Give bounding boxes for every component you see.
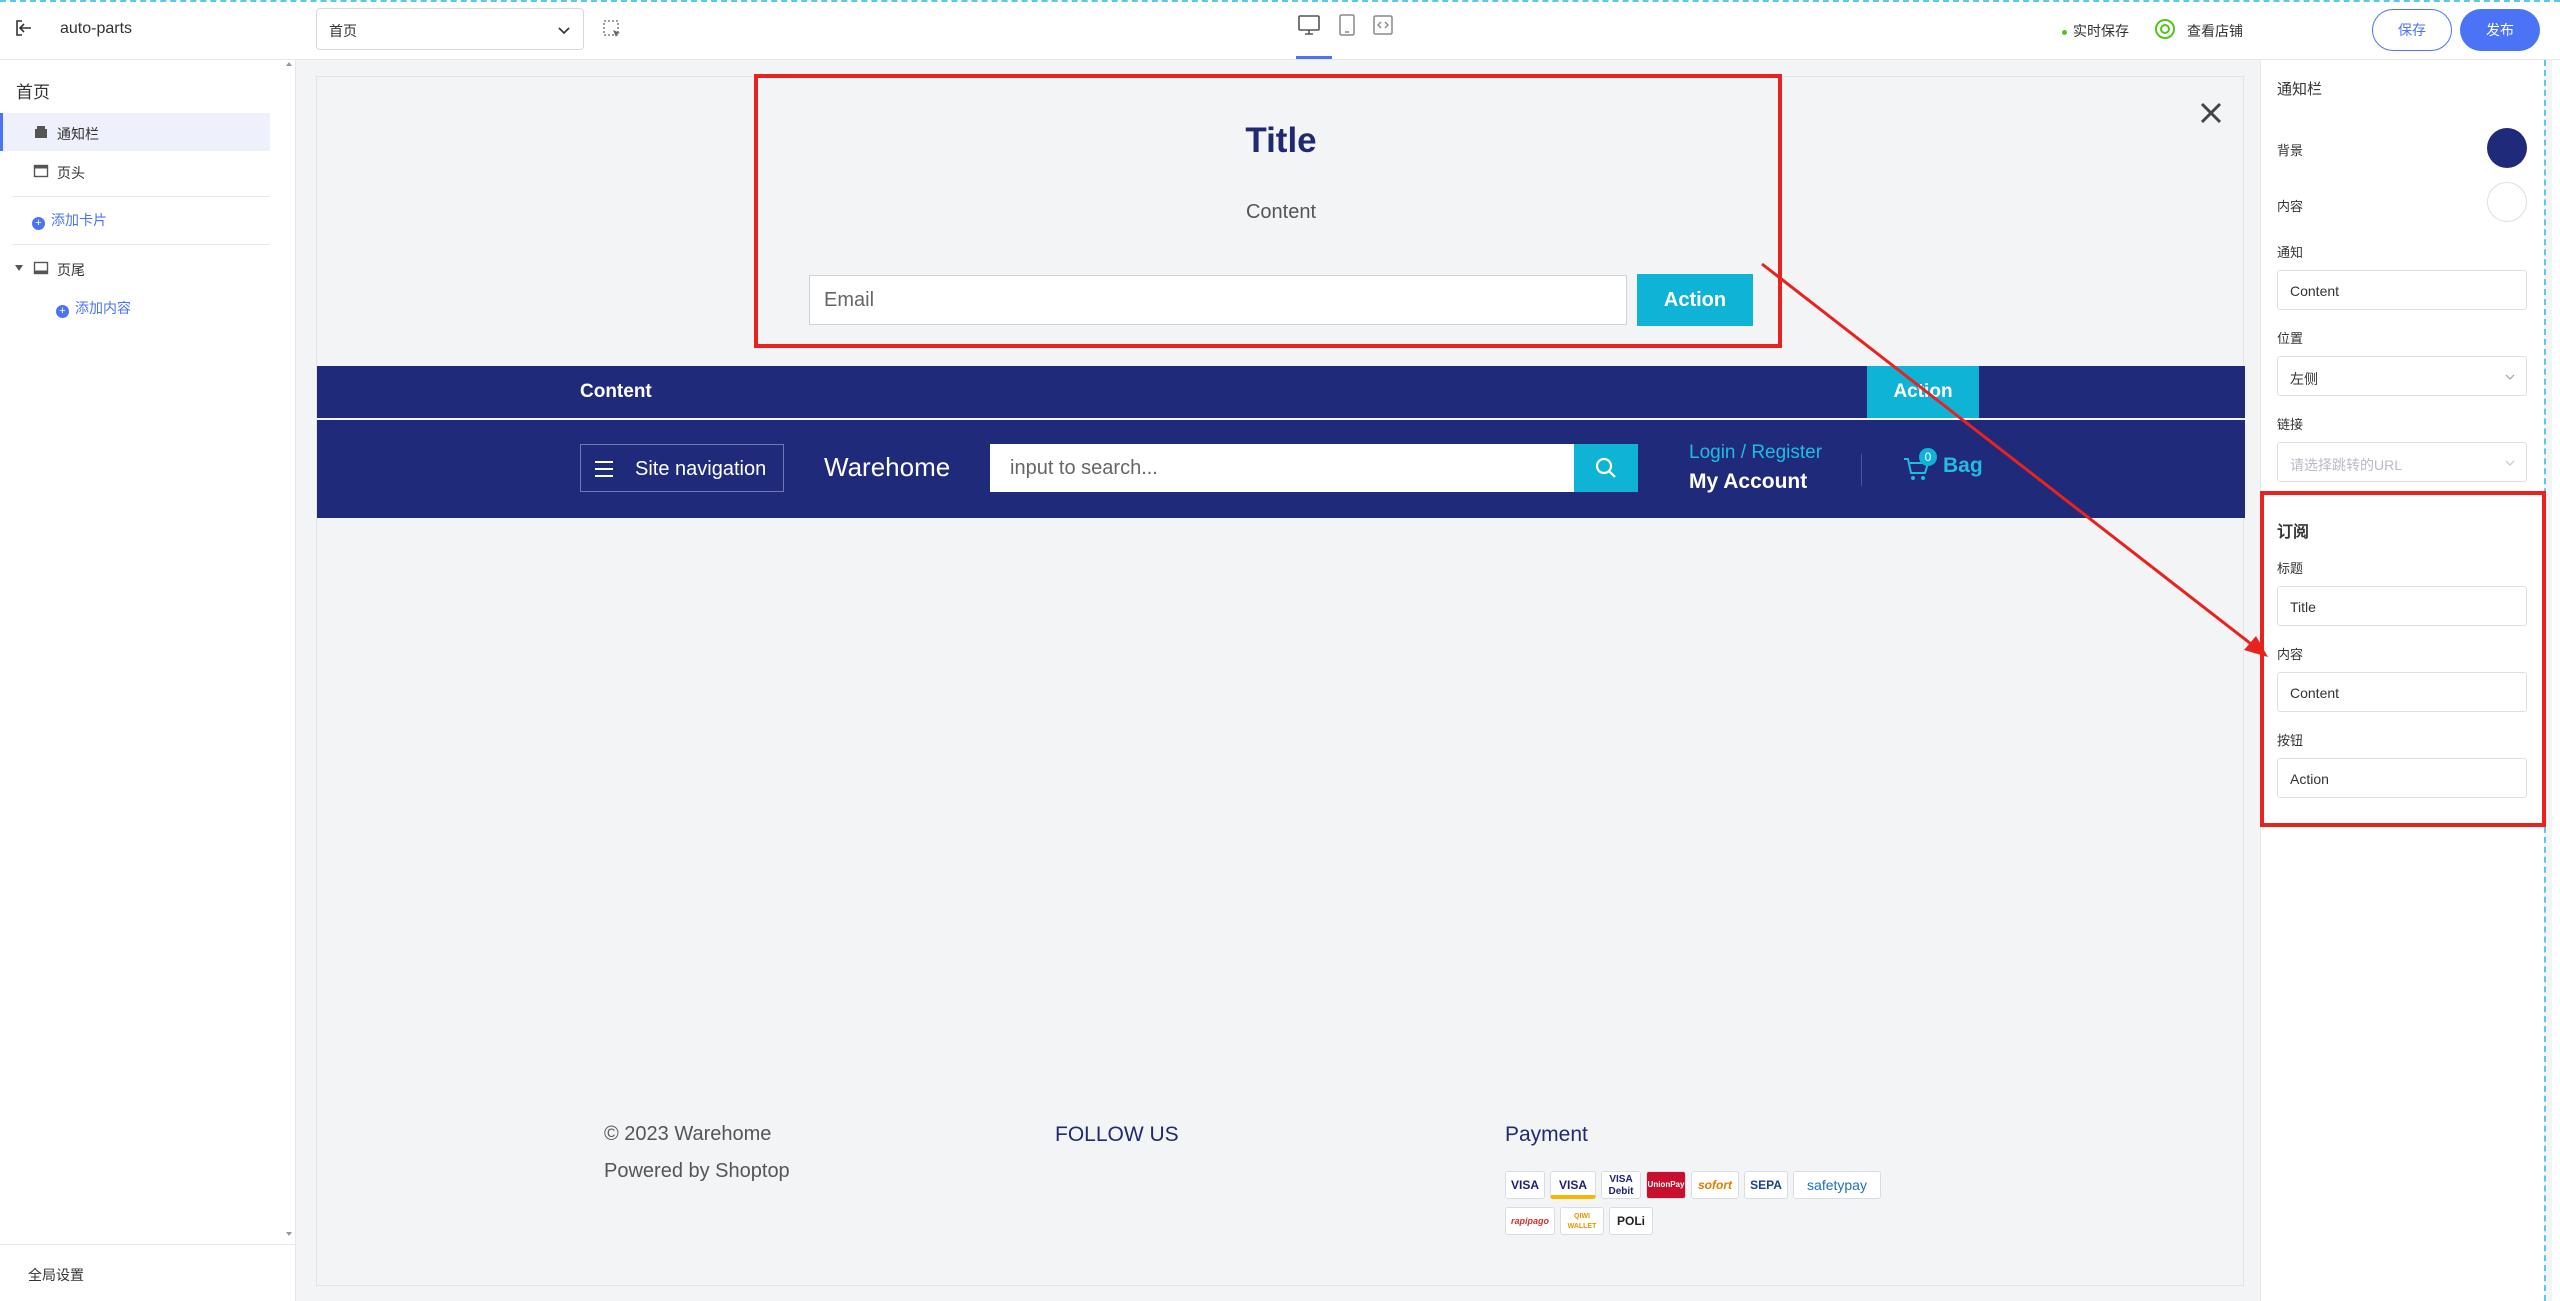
chevron-down-icon	[2505, 374, 2515, 380]
plus-icon: +	[32, 217, 45, 230]
payment-qiwi: QIWI WALLET	[1560, 1207, 1604, 1235]
notice-label: 通知	[2277, 245, 2304, 260]
payment-visa: VISA	[1505, 1171, 1545, 1199]
sidebar-scrollbar[interactable]	[282, 60, 296, 1240]
sidebar-title: 首页	[16, 83, 50, 102]
payment-sepa: SEPA	[1744, 1171, 1788, 1199]
login-register-link[interactable]: Login / Register	[1689, 442, 1822, 464]
divider	[12, 244, 270, 245]
add-card-link[interactable]: + 添加卡片	[32, 210, 107, 230]
save-button[interactable]: 保存	[2372, 9, 2452, 51]
position-select[interactable]: 左侧	[2277, 356, 2527, 396]
add-content-link[interactable]: + 添加内容	[56, 298, 131, 318]
exit-icon[interactable]	[14, 18, 34, 38]
footer-powered-by[interactable]: Powered by Shoptop	[604, 1160, 790, 1183]
footer-payment-title: Payment	[1505, 1123, 1588, 1146]
chevron-down-icon	[558, 27, 570, 35]
payment-safetypay: safetypay	[1793, 1171, 1881, 1199]
global-settings-item[interactable]: 全局设置	[0, 1244, 296, 1301]
hamburger-menu-icon	[595, 461, 613, 477]
preview-canvas: Title Content Email Action Content Actio…	[316, 74, 2245, 1286]
payment-poli: POLi	[1609, 1207, 1653, 1235]
device-switcher	[1296, 12, 1400, 60]
site-navigation-label: Site navigation	[635, 458, 767, 480]
payment-rapipago: rapipago	[1505, 1207, 1555, 1235]
link-select[interactable]: 请选择跳转的URL	[2277, 442, 2527, 482]
footer-section-icon	[33, 261, 49, 275]
footer-copyright: © 2023 Warehome	[604, 1123, 772, 1145]
global-settings-label: 全局设置	[28, 1267, 84, 1283]
notice-value: Content	[2290, 283, 2340, 299]
announcement-text: Content	[580, 381, 652, 402]
divider	[1861, 454, 1862, 486]
content-color-swatch[interactable]	[2487, 182, 2527, 222]
background-label: 背景	[2277, 143, 2304, 158]
device-active-indicator	[1296, 56, 1332, 59]
status-dot	[2062, 29, 2067, 35]
desktop-icon[interactable]	[1296, 12, 1322, 38]
divider	[12, 196, 270, 197]
notice-input[interactable]: Content	[2277, 270, 2527, 310]
bag-label: Bag	[1943, 454, 1983, 477]
sidebar-item-header[interactable]: 页头	[0, 152, 270, 190]
highlight-box-subscribe-popup	[754, 74, 1782, 348]
header-section-icon	[33, 164, 49, 178]
panel-edge	[2552, 60, 2560, 1301]
chevron-down-icon	[2505, 460, 2515, 466]
left-sidebar: 首页 通知栏 页头 + 添加卡片 页尾 + 添加内容 全局设置	[0, 60, 296, 1301]
position-value: 左侧	[2290, 371, 2318, 387]
caret-down-icon	[15, 265, 23, 271]
store-brand[interactable]: Warehome	[824, 452, 950, 483]
page-select-value: 首页	[329, 23, 357, 39]
sidebar-item-label: 页尾	[57, 262, 85, 278]
store-header: Site navigation Warehome input to search…	[317, 420, 2245, 518]
code-view-icon[interactable]	[1370, 12, 1396, 38]
link-label: 链接	[2277, 417, 2304, 432]
selection-tool-icon[interactable]	[602, 19, 622, 39]
payment-visa-electron: VISA	[1550, 1171, 1596, 1199]
my-account-link[interactable]: My Account	[1689, 470, 1807, 494]
sidebar-item-notification-bar[interactable]: 通知栏	[0, 113, 270, 151]
position-label: 位置	[2277, 331, 2304, 346]
highlight-box-subscribe-settings	[2260, 491, 2546, 827]
sidebar-item-footer[interactable]: 页尾	[0, 249, 270, 287]
site-navigation-button[interactable]: Site navigation	[580, 444, 784, 492]
top-bar: auto-parts 首页 实时保存 查看店铺 保存 发布	[0, 0, 2560, 60]
search-button[interactable]	[1574, 444, 1638, 492]
view-store-link[interactable]: 查看店铺	[2187, 21, 2243, 41]
tablet-icon[interactable]	[1334, 12, 1360, 38]
content-color-label: 内容	[2277, 199, 2304, 214]
panel-title: 通知栏	[2277, 81, 2323, 98]
publish-button[interactable]: 发布	[2460, 9, 2540, 51]
sidebar-item-label: 通知栏	[57, 126, 99, 142]
store-icon[interactable]	[2154, 18, 2176, 40]
search-placeholder: input to search...	[1010, 457, 1158, 479]
background-color-swatch[interactable]	[2487, 128, 2527, 168]
bag-count-badge: 0	[1919, 448, 1937, 466]
plus-icon: +	[56, 305, 69, 318]
payment-sofort: sofort	[1691, 1171, 1739, 1199]
payment-visa-debit: VISA Debit	[1601, 1171, 1641, 1199]
footer-follow-us: FOLLOW US	[1055, 1123, 1179, 1146]
announcement-bar: Content Action	[317, 366, 2245, 418]
search-icon	[1595, 457, 1616, 478]
payment-unionpay: UnionPay	[1646, 1171, 1686, 1199]
autosave-status: 实时保存	[2062, 21, 2129, 41]
bag-button[interactable]: 0 Bag	[1903, 448, 2023, 488]
sidebar-item-label: 页头	[57, 165, 85, 181]
link-placeholder: 请选择跳转的URL	[2290, 457, 2403, 473]
guide-line-top	[0, 0, 2560, 2]
store-search-input[interactable]: input to search...	[990, 444, 1574, 492]
announcement-action-button[interactable]: Action	[1867, 366, 1979, 418]
notification-bar-icon	[35, 126, 47, 138]
app-name: auto-parts	[60, 20, 133, 37]
page-select[interactable]: 首页	[316, 8, 584, 50]
